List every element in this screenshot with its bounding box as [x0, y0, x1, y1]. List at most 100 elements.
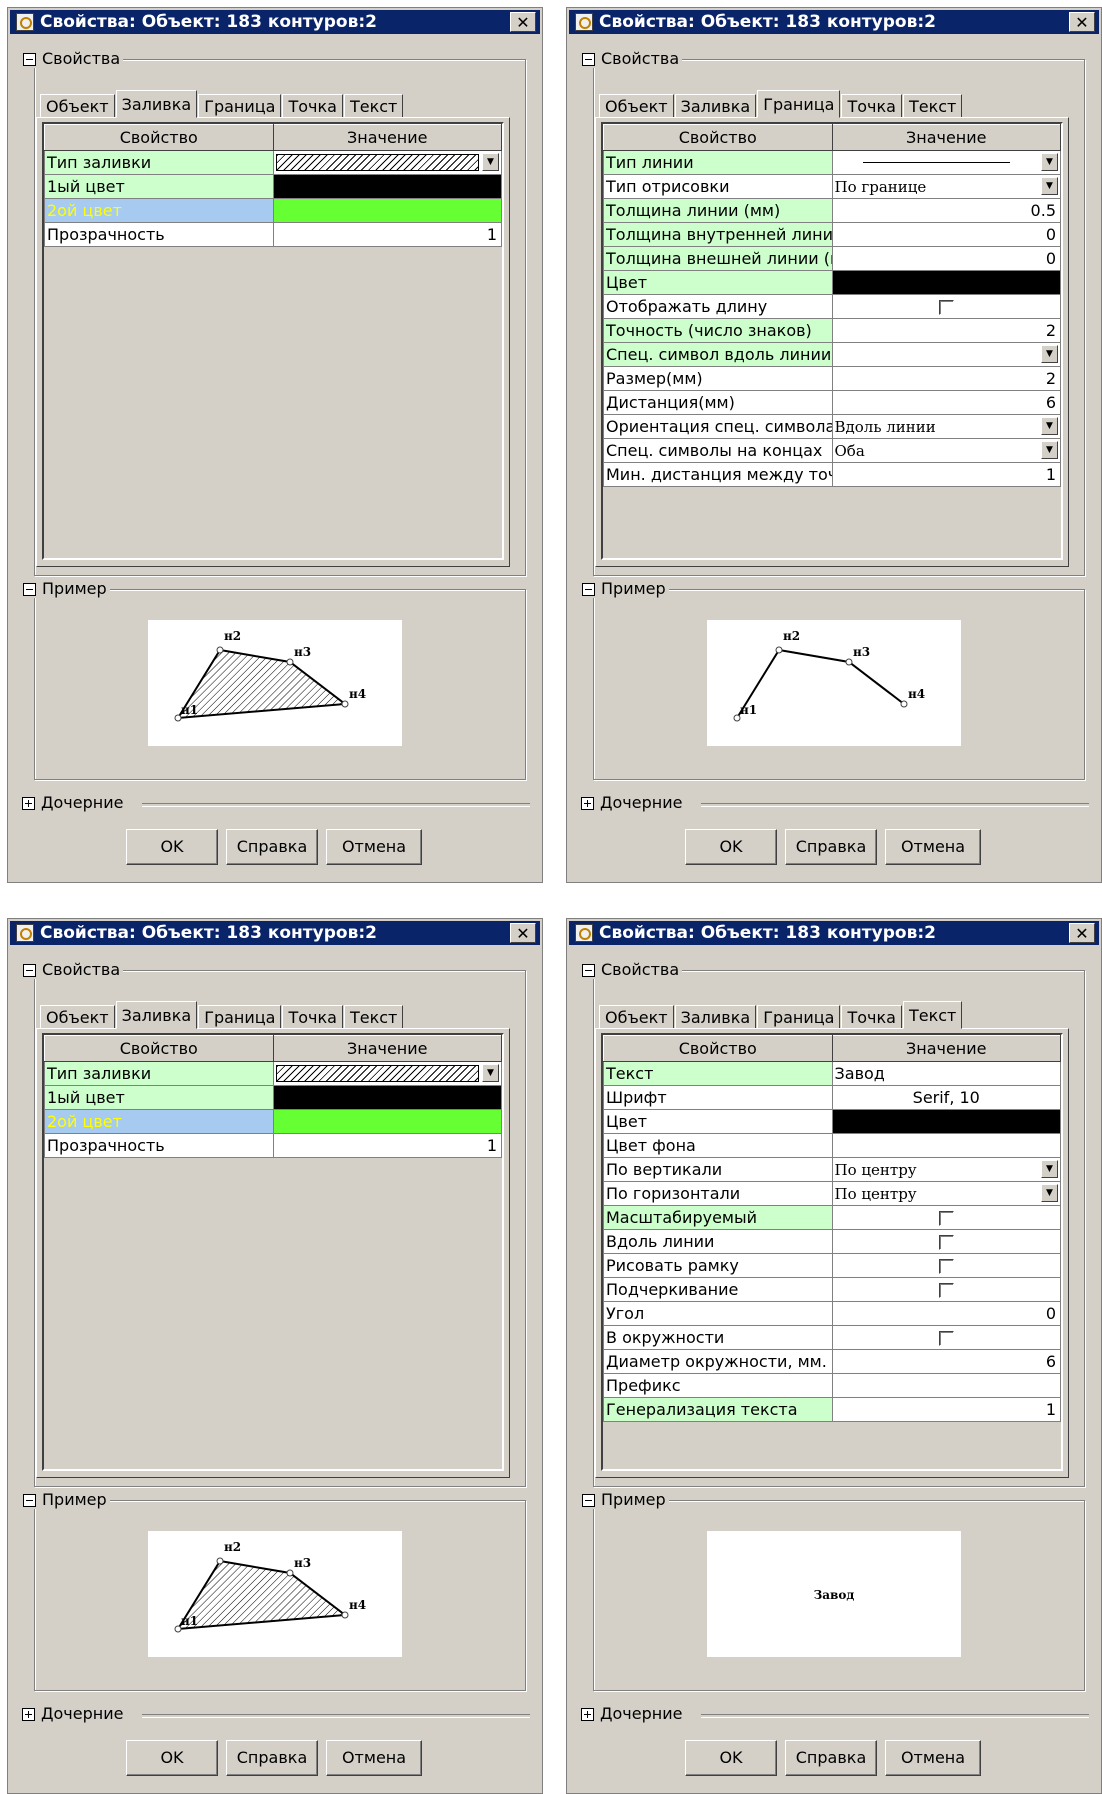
table-row[interactable]: Отображать длину: [603, 294, 1061, 319]
property-name[interactable]: 1ый цвет: [44, 1085, 274, 1110]
column-header-property[interactable]: Свойство: [603, 1035, 833, 1062]
tab-4[interactable]: Точка: [282, 94, 343, 118]
table-row[interactable]: Цвет: [603, 1109, 1061, 1134]
property-value[interactable]: [272, 198, 502, 223]
dropdown-arrow-icon[interactable]: ▼: [1041, 1184, 1058, 1202]
table-row[interactable]: Ориентация спец. символа Вдоль линии ▼: [603, 414, 1061, 439]
property-value[interactable]: [831, 270, 1061, 295]
table-row[interactable]: Подчеркивание: [603, 1277, 1061, 1302]
property-name[interactable]: Точность (число знаков): [603, 318, 833, 343]
table-row[interactable]: Генерализация текста 1: [603, 1397, 1061, 1422]
property-value[interactable]: [831, 1133, 1061, 1158]
close-button[interactable]: ✕: [510, 12, 536, 32]
property-value[interactable]: ▼: [831, 150, 1061, 175]
property-name[interactable]: 2ой цвет: [44, 198, 274, 223]
property-value[interactable]: [831, 1253, 1061, 1278]
tab-4[interactable]: Точка: [841, 94, 902, 118]
close-button[interactable]: ✕: [1069, 12, 1095, 32]
property-value[interactable]: 2: [831, 366, 1061, 391]
column-header-value[interactable]: Значение: [272, 1035, 502, 1062]
property-name[interactable]: Спец. символы на концах: [603, 438, 833, 463]
table-row[interactable]: Вдоль линии: [603, 1229, 1061, 1254]
property-name[interactable]: Цвет: [603, 1109, 833, 1134]
collapse-icon[interactable]: [582, 52, 595, 66]
property-value[interactable]: Вдоль линии ▼: [831, 414, 1061, 439]
tab-3[interactable]: Граница: [757, 1005, 841, 1029]
cancel-button[interactable]: Отмена: [885, 1740, 981, 1776]
table-row[interactable]: Толщина внутренней линии 0: [603, 222, 1061, 247]
property-value[interactable]: [831, 1325, 1061, 1350]
property-name[interactable]: Отображать длину: [603, 294, 833, 319]
table-row[interactable]: Префикс: [603, 1373, 1061, 1398]
property-name[interactable]: Цвет: [603, 270, 833, 295]
column-header-value[interactable]: Значение: [831, 124, 1061, 151]
table-row[interactable]: Дистанция(мм) 6: [603, 390, 1061, 415]
tab-5[interactable]: Текст: [343, 1005, 404, 1029]
property-value[interactable]: 0.5: [831, 198, 1061, 223]
table-row[interactable]: Шрифт Serif, 10: [603, 1085, 1061, 1110]
help-button[interactable]: Справка: [785, 829, 877, 865]
expand-icon[interactable]: [581, 796, 594, 810]
table-row[interactable]: По вертикали По центру ▼: [603, 1157, 1061, 1182]
property-value[interactable]: [272, 1085, 502, 1110]
property-name[interactable]: Рисовать рамку: [603, 1253, 833, 1278]
column-header-property[interactable]: Свойство: [603, 124, 833, 151]
checkbox[interactable]: [938, 1235, 954, 1250]
checkbox[interactable]: [938, 1211, 954, 1226]
table-row[interactable]: По горизонтали По центру ▼: [603, 1181, 1061, 1206]
tab-1[interactable]: Объект: [599, 1005, 674, 1029]
property-value[interactable]: 0: [831, 1301, 1061, 1326]
property-name[interactable]: Подчеркивание: [603, 1277, 833, 1302]
close-button[interactable]: ✕: [1069, 923, 1095, 943]
cancel-button[interactable]: Отмена: [326, 1740, 422, 1776]
table-row[interactable]: Угол 0: [603, 1301, 1061, 1326]
checkbox[interactable]: [938, 300, 954, 315]
expand-icon[interactable]: [22, 1707, 35, 1721]
table-row[interactable]: Рисовать рамку: [603, 1253, 1061, 1278]
property-value[interactable]: По границе ▼: [831, 174, 1061, 199]
ok-button[interactable]: OK: [126, 1740, 218, 1776]
dropdown-arrow-icon[interactable]: ▼: [482, 153, 499, 171]
table-row[interactable]: Тип линии ▼: [603, 150, 1061, 175]
table-row[interactable]: Цвет фона: [603, 1133, 1061, 1158]
property-value[interactable]: [831, 294, 1061, 319]
table-row[interactable]: 1ый цвет: [44, 1085, 502, 1110]
collapse-icon[interactable]: [23, 52, 36, 66]
checkbox[interactable]: [938, 1331, 954, 1346]
property-value[interactable]: 0: [831, 246, 1061, 271]
expand-icon[interactable]: [581, 1707, 594, 1721]
property-value[interactable]: [831, 1205, 1061, 1230]
property-name[interactable]: Текст: [603, 1061, 833, 1086]
property-value[interactable]: Оба ▼: [831, 438, 1061, 463]
tab-5[interactable]: Текст: [343, 94, 404, 118]
table-row[interactable]: Толщина линии (мм) 0.5: [603, 198, 1061, 223]
property-name[interactable]: Прозрачность: [44, 222, 274, 247]
collapse-icon[interactable]: [582, 582, 595, 596]
dropdown-arrow-icon[interactable]: ▼: [1041, 177, 1058, 195]
tab-2[interactable]: Заливка: [674, 1005, 757, 1029]
tab-1[interactable]: Объект: [40, 1005, 115, 1029]
property-name[interactable]: Префикс: [603, 1373, 833, 1398]
property-name[interactable]: Дистанция(мм): [603, 390, 833, 415]
ok-button[interactable]: OK: [685, 1740, 777, 1776]
property-name[interactable]: Масштабируемый: [603, 1205, 833, 1230]
ok-button[interactable]: OK: [126, 829, 218, 865]
property-value[interactable]: [272, 1109, 502, 1134]
dropdown-arrow-icon[interactable]: ▼: [1041, 1160, 1058, 1178]
table-row[interactable]: Спец. символы на концах Оба ▼: [603, 438, 1061, 463]
help-button[interactable]: Справка: [226, 829, 318, 865]
property-value[interactable]: [272, 174, 502, 199]
property-name[interactable]: Цвет фона: [603, 1133, 833, 1158]
property-value[interactable]: 1: [831, 1397, 1061, 1422]
property-value[interactable]: Serif, 10: [831, 1085, 1061, 1110]
property-name[interactable]: Тип линии: [603, 150, 833, 175]
tab-3[interactable]: Граница: [198, 94, 282, 118]
tab-2[interactable]: Заливка: [674, 94, 757, 118]
tab-4[interactable]: Точка: [282, 1005, 343, 1029]
dropdown-arrow-icon[interactable]: ▼: [1041, 153, 1058, 171]
property-name[interactable]: Генерализация текста: [603, 1397, 833, 1422]
tab-5[interactable]: Текст: [902, 1001, 963, 1029]
property-name[interactable]: Толщина линии (мм): [603, 198, 833, 223]
property-name[interactable]: Прозрачность: [44, 1133, 274, 1158]
property-value[interactable]: [831, 1229, 1061, 1254]
